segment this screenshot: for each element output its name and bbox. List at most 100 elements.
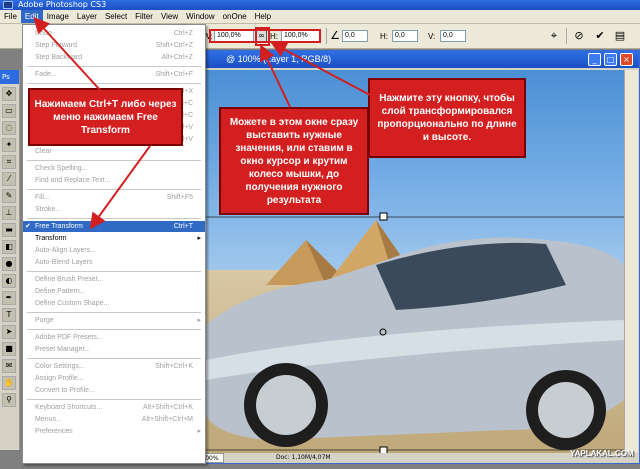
pen-tool-icon[interactable]: ✒: [2, 291, 16, 305]
edit-menu-item-keyboard-shortcuts[interactable]: Keyboard Shortcuts... Alt+Shift+Ctrl+K: [23, 402, 205, 413]
menu-separator: [27, 66, 201, 67]
menu-item-shortcut: Alt+Shift+Ctrl+K: [143, 404, 193, 411]
menu-item-shortcut: Shift+Ctrl+F: [155, 71, 193, 78]
menu-window[interactable]: Window: [182, 10, 218, 23]
menu-select[interactable]: Select: [101, 10, 131, 23]
type-tool-icon[interactable]: T: [2, 308, 16, 322]
hskew-input[interactable]: 0,0: [392, 30, 418, 42]
edit-menu-item-define-custom-shape[interactable]: Define Custom Shape...: [23, 298, 205, 309]
menu-item-label: Color Settings...: [35, 363, 85, 370]
menu-bar: File Edit Image Layer Select Filter View…: [0, 10, 640, 24]
edit-menu-item-define-brush-preset[interactable]: Define Brush Preset...: [23, 274, 205, 285]
edit-menu-item-clear[interactable]: Clear: [23, 146, 205, 157]
menu-separator: [27, 218, 201, 219]
workspace-icon[interactable]: ▤: [614, 30, 626, 42]
menu-item-label: Define Brush Preset...: [35, 276, 104, 283]
stamp-tool-icon[interactable]: ⊥: [2, 206, 16, 220]
eyedropper-tool-icon[interactable]: ⁄: [2, 172, 16, 186]
checkmark-icon: ✔: [25, 223, 31, 230]
rotate-angle-icon: ∠: [330, 29, 340, 42]
shape-tool-icon[interactable]: ■: [2, 342, 16, 356]
menu-item-label: Purge: [35, 317, 54, 324]
menu-file[interactable]: File: [0, 10, 21, 23]
edit-menu-item-assign-profile[interactable]: Assign Profile...: [23, 373, 205, 384]
edit-menu-item-auto-align-layers[interactable]: Auto-Align Layers...: [23, 245, 205, 256]
edit-menu-item-fade[interactable]: Fade... Shift+Ctrl+F: [23, 69, 205, 80]
menu-item-shortcut: Ctrl+Z: [173, 30, 193, 37]
vskew-input[interactable]: 0,0: [440, 30, 466, 42]
edit-menu-item-auto-blend-layers[interactable]: Auto-Blend Layers: [23, 257, 205, 268]
move-tool-icon[interactable]: ✥: [2, 87, 16, 101]
menu-item-label: Undo: [35, 30, 52, 37]
menu-separator: [27, 329, 201, 330]
minimize-button[interactable]: _: [588, 53, 601, 66]
marquee-tool-icon[interactable]: ▭: [2, 104, 16, 118]
zoom-tool-icon[interactable]: ⚲: [2, 393, 16, 407]
menu-separator: [27, 189, 201, 190]
edit-menu-item-color-settings[interactable]: Color Settings... Shift+Ctrl+K: [23, 361, 205, 372]
menu-onone[interactable]: onOne: [219, 10, 251, 23]
edit-menu-item-step-backward[interactable]: Step Backward Alt+Ctrl+Z: [23, 52, 205, 63]
hand-tool-icon[interactable]: ✋: [2, 376, 16, 390]
menu-item-label: Stroke...: [35, 206, 62, 213]
commit-icon[interactable]: ✔: [594, 30, 606, 42]
document-title: @ 100% (Layer 1, RGB/8): [196, 51, 639, 68]
path-select-tool-icon[interactable]: ➤: [2, 325, 16, 339]
brush-tool-icon[interactable]: ✎: [2, 189, 16, 203]
menu-item-shortcut: Ctrl+T: [173, 223, 193, 230]
menu-item-label: Preferences: [35, 428, 73, 435]
menu-item-shortcut: Alt+Ctrl+Z: [161, 54, 193, 61]
cancel-icon[interactable]: ⊘: [573, 30, 585, 42]
edit-menu-item-convert-to-profile[interactable]: Convert to Profile...: [23, 385, 205, 396]
menu-item-label: Keyboard Shortcuts...: [35, 404, 103, 411]
edit-menu-item-free-transform[interactable]: ✔ Free Transform Ctrl+T: [23, 221, 205, 232]
hskew-label: H:: [380, 32, 388, 41]
gradient-tool-icon[interactable]: ◧: [2, 240, 16, 254]
edit-menu-item-define-pattern[interactable]: Define Pattern...: [23, 286, 205, 297]
menu-item-label: Convert to Profile...: [35, 387, 95, 394]
menu-item-label: Check Spelling...: [35, 165, 88, 172]
edit-menu-item-transform[interactable]: Transform ▸: [23, 233, 205, 244]
vertical-scrollbar[interactable]: [624, 70, 638, 454]
menu-image[interactable]: Image: [43, 10, 73, 23]
menu-item-label: Auto-Align Layers...: [35, 247, 97, 254]
notes-tool-icon[interactable]: ✉: [2, 359, 16, 373]
submenu-arrow-icon: ▸: [197, 317, 201, 324]
menu-item-label: Fade...: [35, 71, 57, 78]
edit-menu-item-stroke[interactable]: Stroke...: [23, 204, 205, 215]
menu-item-label: Menus...: [35, 416, 62, 423]
submenu-arrow-icon: ▸: [197, 428, 201, 435]
edit-menu-item-adobe-pdf-presets[interactable]: Adobe PDF Presets...: [23, 332, 205, 343]
edit-menu-item-step-forward[interactable]: Step Forward Shift+Ctrl+Z: [23, 40, 205, 51]
edit-menu-item-check-spelling[interactable]: Check Spelling...: [23, 163, 205, 174]
menu-view[interactable]: View: [157, 10, 182, 23]
edit-menu-item-menus[interactable]: Menus... Alt+Shift+Ctrl+M: [23, 414, 205, 425]
divider: [326, 28, 327, 44]
menu-edit[interactable]: Edit: [20, 10, 43, 23]
close-button[interactable]: ×: [620, 53, 633, 66]
rotate-input[interactable]: 0,0: [342, 30, 368, 42]
menu-layer[interactable]: Layer: [73, 10, 101, 23]
edit-menu-item-preferences[interactable]: Preferences ▸: [23, 426, 205, 437]
menu-item-label: Step Backward: [35, 54, 83, 61]
menu-item-label: Transform: [35, 235, 67, 242]
wand-tool-icon[interactable]: ✦: [2, 138, 16, 152]
crop-tool-icon[interactable]: ⌗: [2, 155, 16, 169]
warp-icon[interactable]: ⌖: [548, 30, 560, 42]
edit-menu-item-purge[interactable]: Purge ▸: [23, 315, 205, 326]
lasso-tool-icon[interactable]: ◌: [2, 121, 16, 135]
menu-filter[interactable]: Filter: [131, 10, 157, 23]
edit-menu-item-find-and-replace-text[interactable]: Find and Replace Text...: [23, 175, 205, 186]
edit-menu-item-undo[interactable]: Undo Ctrl+Z: [23, 28, 205, 39]
maximize-button[interactable]: □: [604, 53, 617, 66]
dodge-tool-icon[interactable]: ◐: [2, 274, 16, 288]
menu-help[interactable]: Help: [251, 10, 275, 23]
eraser-tool-icon[interactable]: ▬: [2, 223, 16, 237]
menu-item-label: Assign Profile...: [35, 375, 84, 382]
edit-menu-item-fill[interactable]: Fill... Shift+F5: [23, 192, 205, 203]
toolbox: Ps ✥ ▭ ◌ ✦ ⌗ ⁄ ✎ ⊥ ▬ ◧ ● ◐ ✒ T ➤ ■ ✉ ✋ ⚲: [0, 70, 20, 450]
callout-menu: Нажимаем Ctrl+T либо через меню нажимаем…: [28, 88, 183, 146]
title-bar: Adobe Photoshop CS3: [0, 0, 640, 10]
blur-tool-icon[interactable]: ●: [2, 257, 16, 271]
edit-menu-item-preset-manager[interactable]: Preset Manager...: [23, 344, 205, 355]
